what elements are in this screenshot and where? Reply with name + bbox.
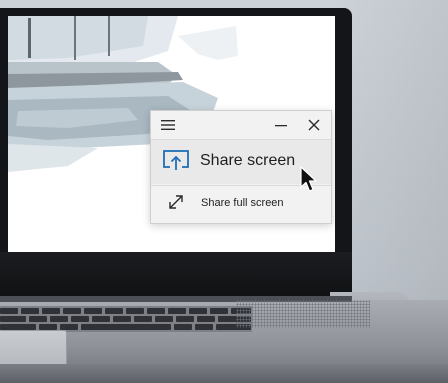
laptop-front-edge bbox=[0, 364, 448, 383]
laptop-screen: Share screen Share full screen bbox=[8, 16, 335, 252]
laptop-lid: Share screen Share full screen bbox=[0, 8, 352, 306]
expand-arrows-icon bbox=[167, 193, 185, 211]
share-full-screen-label: Share full screen bbox=[201, 197, 284, 209]
share-screen-icon bbox=[163, 150, 189, 172]
keyboard bbox=[0, 306, 252, 332]
touchpad bbox=[0, 330, 67, 366]
close-icon[interactable] bbox=[306, 117, 322, 133]
window-titlebar bbox=[151, 111, 331, 139]
minimize-icon[interactable] bbox=[273, 117, 289, 133]
speaker-grille bbox=[236, 300, 370, 328]
share-screen-label: Share screen bbox=[200, 152, 296, 169]
mouse-pointer-icon bbox=[300, 166, 320, 194]
hamburger-menu-icon[interactable] bbox=[160, 117, 176, 133]
